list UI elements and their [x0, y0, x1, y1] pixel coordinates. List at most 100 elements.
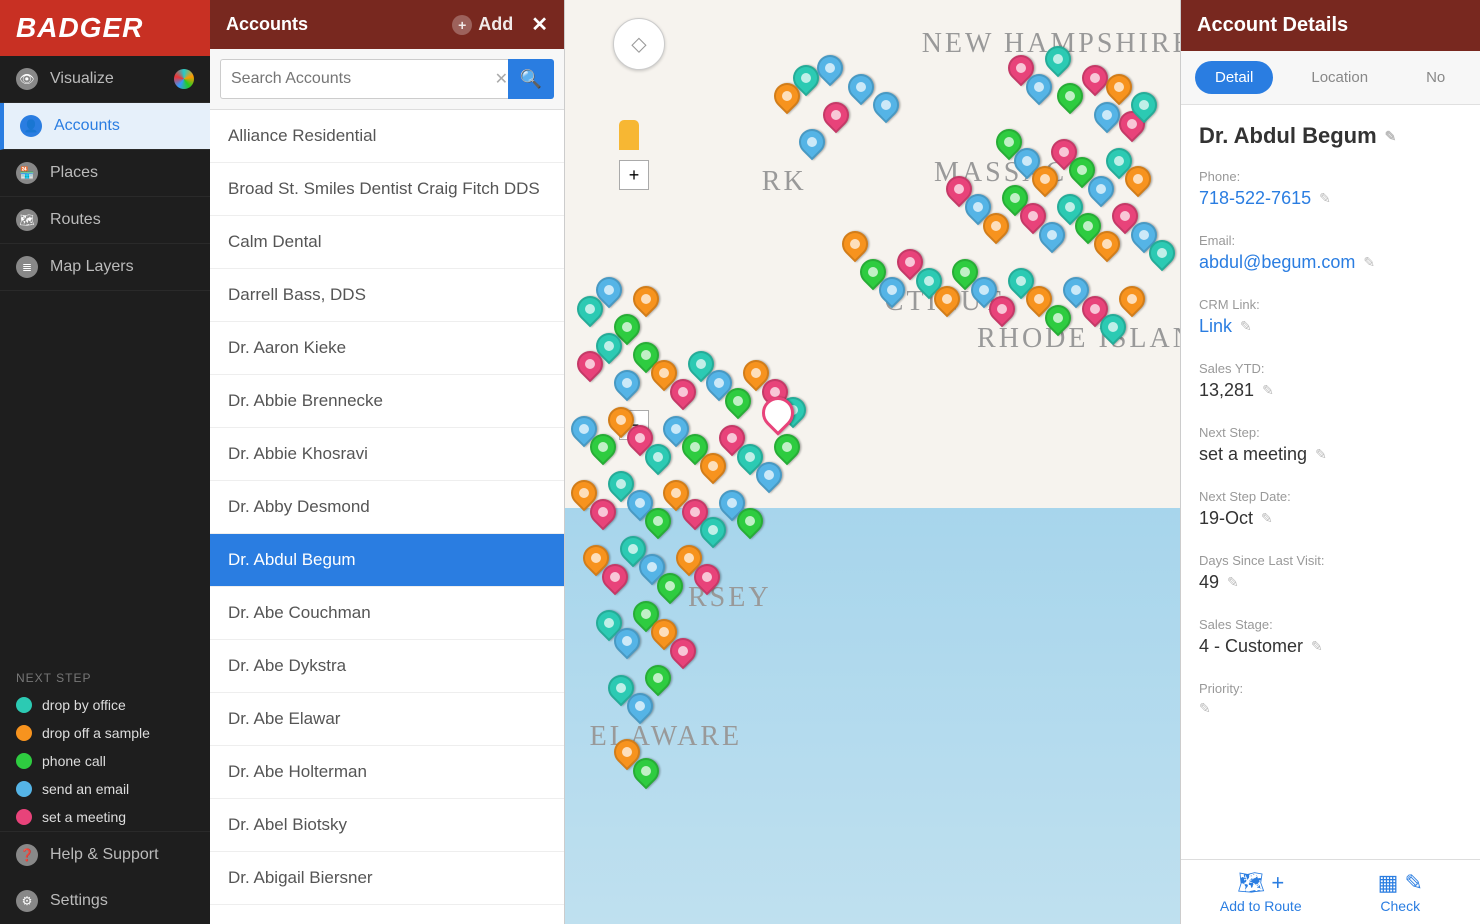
account-list-item[interactable]: Broad St. Smiles Dentist Craig Fitch DDS: [210, 163, 564, 216]
map-pin[interactable]: [769, 429, 806, 466]
detail-field: Email: abdul@begum.com ✎: [1199, 233, 1462, 273]
account-details-panel: Account Details DetailLocationNo Dr. Abd…: [1180, 0, 1480, 924]
help-icon: [16, 844, 38, 866]
field-value: set a meeting ✎: [1199, 444, 1462, 465]
field-label: Next Step:: [1199, 425, 1462, 440]
account-list-item[interactable]: Dr. Abigail Pavloski: [210, 905, 564, 924]
field-label: Days Since Last Visit:: [1199, 553, 1462, 568]
edit-field-button[interactable]: ✎: [1363, 254, 1375, 271]
account-list-item[interactable]: Dr. Abel Biotsky: [210, 799, 564, 852]
streetview-pegman[interactable]: [619, 120, 639, 150]
account-list-item[interactable]: Dr. Aaron Kieke: [210, 322, 564, 375]
nav-item-visualize[interactable]: Visualize: [0, 56, 210, 103]
map-pin[interactable]: [793, 124, 830, 161]
edit-field-button[interactable]: ✎: [1240, 318, 1252, 335]
field-value: 19-Oct ✎: [1199, 508, 1462, 529]
field-value: ✎: [1199, 700, 1462, 717]
field-value: 4 - Customer ✎: [1199, 636, 1462, 657]
map-region-label: ELAWARE: [590, 721, 743, 753]
legend-dot: [16, 809, 32, 825]
edit-field-button[interactable]: ✎: [1311, 638, 1323, 655]
account-list-item[interactable]: Dr. Abbie Khosravi: [210, 428, 564, 481]
edit-field-button[interactable]: ✎: [1262, 382, 1274, 399]
field-value[interactable]: 718-522-7615 ✎: [1199, 188, 1462, 209]
nav-item-routes[interactable]: Routes: [0, 197, 210, 244]
account-name: Dr. Abdul Begum ✎: [1199, 123, 1462, 149]
account-list-item[interactable]: Alliance Residential: [210, 110, 564, 163]
legend-item: set a meeting: [0, 803, 210, 831]
account-list-item[interactable]: Dr. Abby Desmond: [210, 481, 564, 534]
legend-item: send an email: [0, 775, 210, 803]
account-list-item[interactable]: Dr. Abe Dykstra: [210, 640, 564, 693]
account-list-item[interactable]: Calm Dental: [210, 216, 564, 269]
checkout-button[interactable]: ▦ ✎ Check: [1331, 870, 1471, 914]
edit-field-button[interactable]: ✎: [1261, 510, 1273, 527]
settings-button[interactable]: Settings: [0, 878, 210, 924]
edit-field-button[interactable]: ✎: [1319, 190, 1331, 207]
route-icon: 🗺 +: [1191, 870, 1331, 896]
main-nav: VisualizeAccountsPlacesRoutesMap Layers: [0, 56, 210, 291]
account-list-item[interactable]: Dr. Abigail Biersner: [210, 852, 564, 905]
map-pin[interactable]: [1113, 281, 1150, 318]
legend-list: drop by officedrop off a samplephone cal…: [0, 691, 210, 831]
field-value: 13,281 ✎: [1199, 380, 1462, 401]
edit-field-button[interactable]: ✎: [1315, 446, 1327, 463]
detail-field: Sales YTD: 13,281 ✎: [1199, 361, 1462, 401]
brand-logo: BADGER: [0, 0, 210, 56]
left-sidebar: BADGER VisualizeAccountsPlacesRoutesMap …: [0, 0, 210, 924]
map-canvas[interactable]: + − NEW HAMPSHIREMASSACCTICUTRHODE ISLAN…: [565, 0, 1180, 924]
accounts-panel-title: Accounts: [226, 14, 308, 35]
field-label: Priority:: [1199, 681, 1462, 696]
field-value[interactable]: abdul@begum.com ✎: [1199, 252, 1462, 273]
settings-label: Settings: [50, 892, 108, 910]
map-pin[interactable]: [640, 660, 677, 697]
edit-name-button[interactable]: ✎: [1385, 128, 1397, 145]
tab-detail[interactable]: Detail: [1195, 61, 1273, 94]
acct-icon: [20, 115, 42, 137]
route-icon: [16, 209, 38, 231]
legend-item: drop off a sample: [0, 719, 210, 747]
map-pin[interactable]: [836, 226, 873, 263]
account-list-item[interactable]: Dr. Abe Elawar: [210, 693, 564, 746]
field-value[interactable]: Link ✎: [1199, 316, 1462, 337]
help-support-button[interactable]: Help & Support: [0, 832, 210, 878]
help-label: Help & Support: [50, 846, 159, 864]
tab-no[interactable]: No: [1406, 61, 1465, 94]
legend-item: phone call: [0, 747, 210, 775]
search-input[interactable]: [220, 59, 521, 99]
plus-icon: +: [452, 15, 472, 35]
nav-item-places[interactable]: Places: [0, 150, 210, 197]
edit-field-button[interactable]: ✎: [1199, 700, 1211, 717]
detail-field: Sales Stage: 4 - Customer ✎: [1199, 617, 1462, 657]
place-icon: [16, 162, 38, 184]
tab-location[interactable]: Location: [1291, 61, 1388, 94]
close-panel-button[interactable]: ✕: [531, 12, 548, 37]
bottom-nav: Help & Support Settings: [0, 831, 210, 924]
map-pin[interactable]: [818, 96, 855, 133]
app-root: BADGER VisualizeAccountsPlacesRoutesMap …: [0, 0, 1480, 924]
edit-field-button[interactable]: ✎: [1227, 574, 1239, 591]
nav-item-map-layers[interactable]: Map Layers: [0, 244, 210, 291]
legend-dot: [16, 781, 32, 797]
map-pin[interactable]: [1039, 41, 1076, 78]
account-list-item[interactable]: Dr. Abbie Brennecke: [210, 375, 564, 428]
layer-icon: [16, 256, 38, 278]
account-list-item[interactable]: Dr. Abe Couchman: [210, 587, 564, 640]
field-label: CRM Link:: [1199, 297, 1462, 312]
add-account-button[interactable]: + Add: [452, 14, 513, 35]
clear-search-button[interactable]: ✕: [495, 69, 508, 99]
account-list[interactable]: Alliance ResidentialBroad St. Smiles Den…: [210, 110, 564, 924]
gear-icon: [16, 890, 38, 912]
account-list-item[interactable]: Darrell Bass, DDS: [210, 269, 564, 322]
account-list-item[interactable]: Dr. Abdul Begum: [210, 534, 564, 587]
search-button[interactable]: 🔍: [508, 59, 554, 99]
detail-field: Next Step: set a meeting ✎: [1199, 425, 1462, 465]
account-list-item[interactable]: Dr. Abe Holterman: [210, 746, 564, 799]
nav-item-accounts[interactable]: Accounts: [0, 103, 210, 150]
add-to-route-button[interactable]: 🗺 + Add to Route: [1191, 870, 1331, 914]
legend-dot: [16, 725, 32, 741]
accounts-panel: Accounts + Add ✕ ✕ 🔍 Alliance Residentia…: [210, 0, 565, 924]
pan-control[interactable]: [613, 18, 665, 70]
zoom-in-button[interactable]: +: [619, 160, 649, 190]
visualize-color-icon: [174, 69, 194, 89]
